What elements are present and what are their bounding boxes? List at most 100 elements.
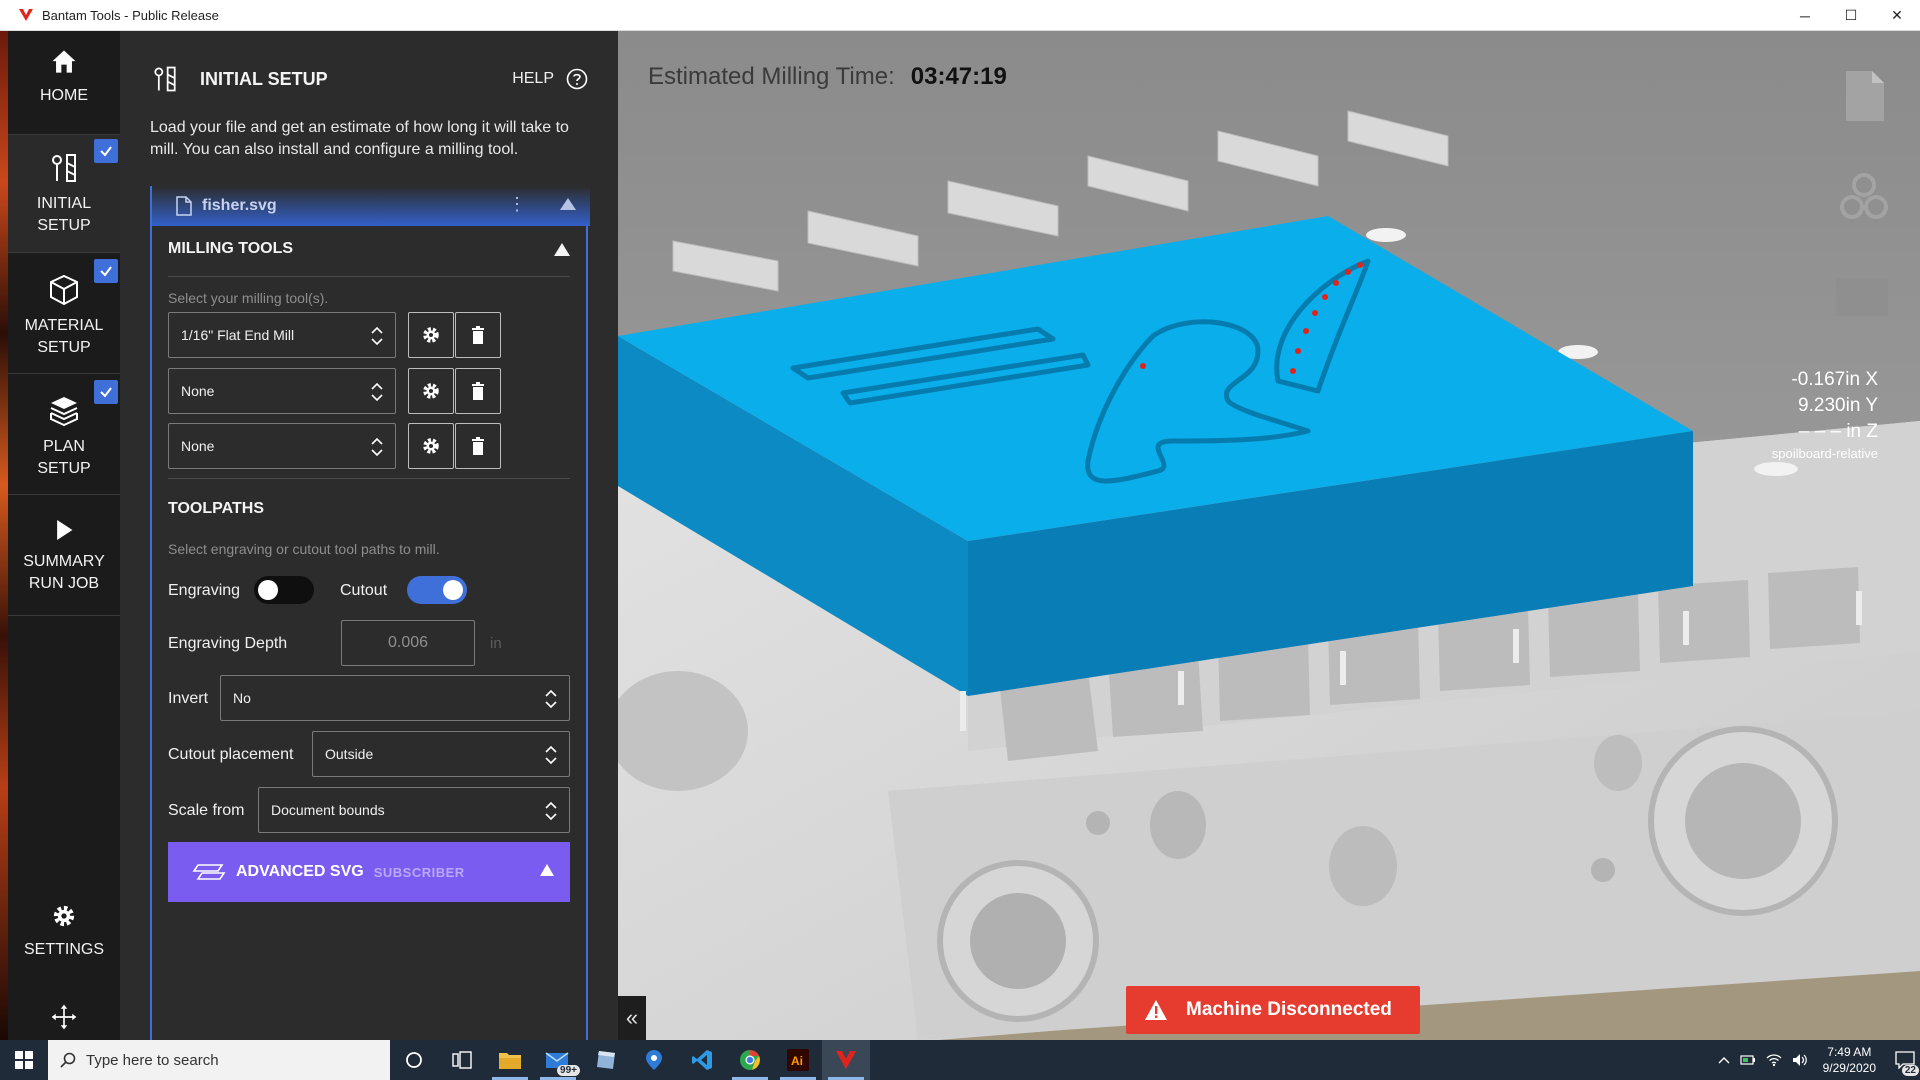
tool-select-1[interactable]: 1/16" Flat End Mill: [168, 312, 396, 358]
nav-initial-label-1: INITIAL: [36, 195, 92, 212]
maximize-button[interactable]: ☐: [1828, 0, 1874, 31]
view-mode-icon[interactable]: [1838, 171, 1890, 223]
box-view-icon[interactable]: [1834, 276, 1890, 318]
window-controls: ─ ☐ ✕: [1782, 0, 1920, 31]
play-icon: [57, 520, 73, 540]
cutout-placement-select[interactable]: Outside: [312, 731, 570, 777]
panel-header: INITIAL SETUP HELP: [150, 63, 588, 95]
divider: [168, 276, 570, 277]
maps-button[interactable]: [630, 1040, 678, 1080]
nav-summary-run-job[interactable]: SUMMARY RUN JOB: [8, 495, 120, 615]
clock[interactable]: 7:49 AM 9/29/2020: [1823, 1044, 1876, 1076]
notifications-button[interactable]: 22: [1890, 1040, 1920, 1080]
minimize-button[interactable]: ─: [1782, 0, 1828, 31]
sticky-app-button[interactable]: [582, 1040, 630, 1080]
divider: [168, 478, 570, 479]
tool-2-settings-button[interactable]: [408, 368, 454, 414]
advanced-svg-bar[interactable]: ADVANCED SVG SUBSCRIBER: [168, 842, 570, 902]
close-button[interactable]: ✕: [1874, 0, 1920, 31]
file-explorer-button[interactable]: [486, 1040, 534, 1080]
coord-x: -0.167in X: [1791, 369, 1878, 390]
up-down-chevron-icon: [371, 437, 383, 457]
tool-2-delete-button[interactable]: [455, 368, 501, 414]
tool-3-settings-button[interactable]: [408, 423, 454, 469]
invert-select[interactable]: No: [220, 675, 570, 721]
gear-icon: [423, 383, 439, 399]
start-button[interactable]: [0, 1040, 48, 1080]
milling-time-estimate: Estimated Milling Time: 03:47:19: [648, 63, 1007, 91]
file-header[interactable]: fisher.svg ⋮: [152, 186, 590, 226]
collapse-panel-button[interactable]: «: [618, 996, 646, 1040]
notepad-icon: [597, 1051, 615, 1069]
nav-plan-setup[interactable]: PLAN SETUP: [8, 374, 120, 494]
collapse-milling-tools-icon[interactable]: [554, 243, 570, 256]
material-cube-icon: [50, 274, 78, 306]
position-readout: -0.167in X 9.230in Y – – – in Z spoilboa…: [1772, 367, 1878, 463]
advanced-svg-label: ADVANCED SVG: [236, 863, 364, 880]
check-icon: [94, 139, 118, 163]
nav-settings[interactable]: SETTINGS: [8, 901, 120, 1001]
vscode-button[interactable]: [678, 1040, 726, 1080]
task-view-button[interactable]: [438, 1040, 486, 1080]
collapse-file-icon[interactable]: [560, 198, 576, 210]
chevron-up-icon[interactable]: [1718, 1055, 1730, 1065]
nav-initial-label-2: SETUP: [37, 217, 91, 234]
wifi-icon[interactable]: [1766, 1053, 1782, 1067]
nav-jog[interactable]: [8, 1003, 120, 1039]
bantam-tools-button[interactable]: [822, 1040, 870, 1080]
nav-summary-label-1: SUMMARY: [23, 553, 105, 570]
battery-icon[interactable]: [1740, 1053, 1756, 1067]
engraving-label: Engraving: [168, 582, 241, 599]
window-title: Bantam Tools - Public Release: [42, 7, 219, 23]
help-button[interactable]: HELP: [512, 68, 588, 90]
milling-tools-hint: Select your milling tool(s).: [168, 290, 329, 306]
help-label: HELP: [512, 70, 554, 87]
windows-logo-icon: [15, 1051, 33, 1069]
title-bar: Bantam Tools - Public Release ─ ☐ ✕: [0, 0, 1920, 31]
taskbar-search[interactable]: Type here to search: [48, 1040, 390, 1080]
tool-3-delete-button[interactable]: [455, 423, 501, 469]
nav-settings-label: SETTINGS: [23, 941, 104, 958]
cortana-button[interactable]: [390, 1040, 438, 1080]
tool-select-2[interactable]: None: [168, 368, 396, 414]
system-tray: 7:49 AM 9/29/2020 22: [1713, 1040, 1920, 1080]
cutout-toggle[interactable]: [407, 576, 467, 604]
illustrator-icon: Ai: [787, 1049, 809, 1071]
coord-z: – – – in Z: [1798, 421, 1878, 442]
more-options-icon[interactable]: ⋮: [508, 194, 526, 215]
nav-home[interactable]: HOME: [8, 41, 120, 125]
cutout-placement-label: Cutout placement: [168, 746, 294, 763]
mail-button[interactable]: 99+: [534, 1040, 582, 1080]
illustrator-button[interactable]: Ai: [774, 1040, 822, 1080]
nav-material-setup[interactable]: MATERIAL SETUP: [8, 253, 120, 373]
folder-icon: [499, 1053, 521, 1069]
app-window: Bantam Tools - Public Release ─ ☐ ✕ HOME…: [0, 0, 1920, 1080]
file-name: fisher.svg: [202, 197, 277, 214]
machine-status-banner[interactable]: Machine Disconnected: [1126, 986, 1420, 1034]
3d-viewport[interactable]: Estimated Milling Time: 03:47:19 -0.167i…: [618, 31, 1920, 1040]
move-arrows-icon: [51, 1004, 77, 1030]
chrome-button[interactable]: [726, 1040, 774, 1080]
expand-advanced-icon[interactable]: [540, 864, 554, 876]
nav-home-label: HOME: [40, 87, 88, 104]
check-icon: [94, 380, 118, 404]
volume-icon[interactable]: [1792, 1053, 1808, 1067]
nav-plan-label-2: SETUP: [37, 460, 91, 477]
tool-select-3[interactable]: None: [168, 423, 396, 469]
coord-y: 9.230in Y: [1798, 395, 1878, 416]
up-down-chevron-icon: [371, 382, 383, 402]
tool-1-delete-button[interactable]: [455, 312, 501, 358]
file-view-icon[interactable]: [1844, 69, 1886, 123]
nav-material-label-1: MATERIAL: [24, 317, 104, 334]
notification-count: 22: [1901, 1065, 1919, 1076]
bantam-logo-icon: [19, 9, 33, 21]
tool-1-settings-button[interactable]: [408, 312, 454, 358]
milling-tool-icon: [52, 154, 76, 182]
toggle-knob: [443, 580, 463, 600]
nav-rail: HOME INITIAL SETUP MATERIAL SETUP PLAN S…: [8, 31, 120, 1040]
nav-initial-setup[interactable]: INITIAL SETUP: [8, 135, 120, 252]
engraving-toggle[interactable]: [254, 576, 314, 604]
engraving-depth-input[interactable]: 0.006: [341, 620, 475, 666]
search-icon: [60, 1052, 76, 1068]
scale-from-select[interactable]: Document bounds: [258, 787, 570, 833]
